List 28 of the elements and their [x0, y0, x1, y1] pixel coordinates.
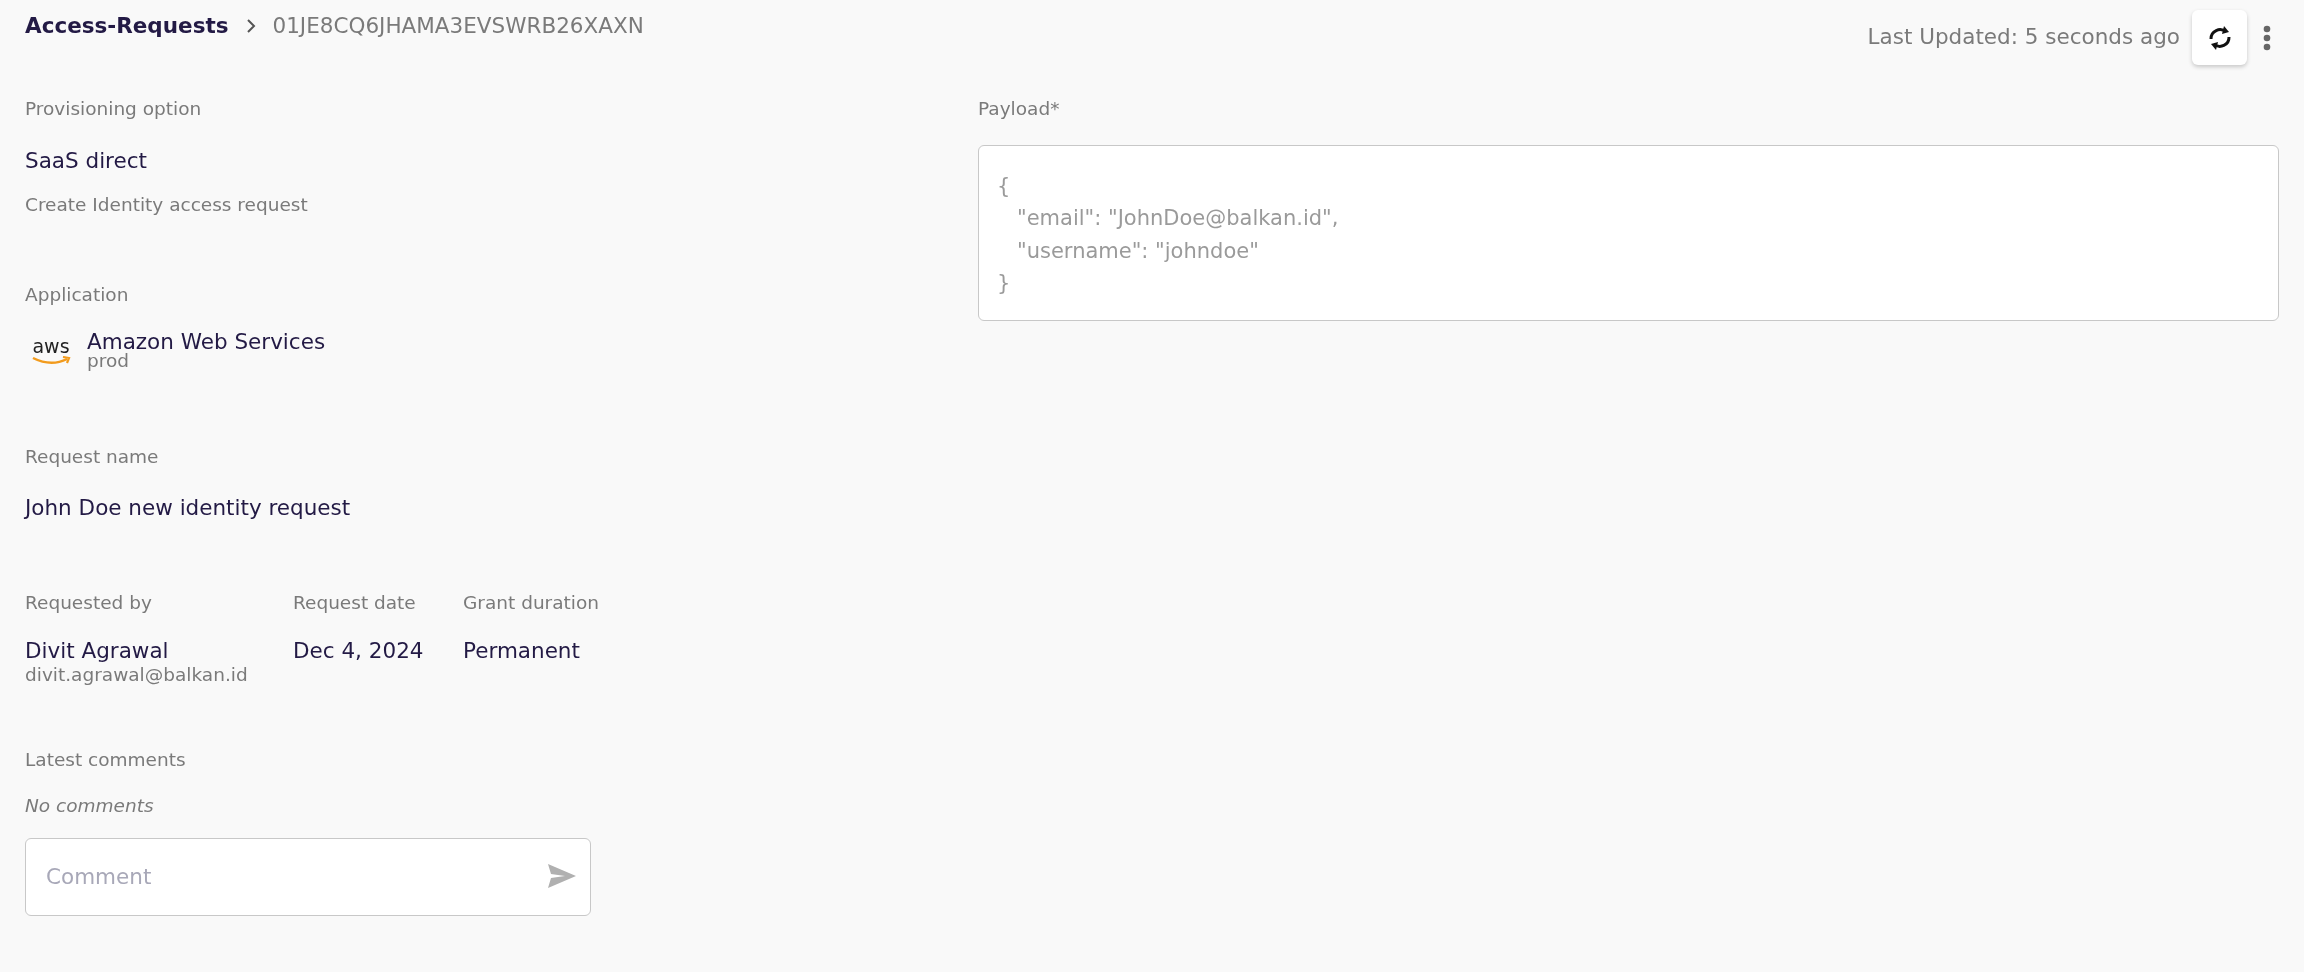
application-logo: aws: [31, 336, 71, 365]
send-icon: [547, 862, 577, 889]
field-value: Dec 4, 2024: [293, 640, 425, 662]
field-subtext: divit.agrawal@balkan.id: [25, 665, 249, 685]
field-label: Request name: [25, 444, 160, 469]
empty-comments-text: No comments: [25, 794, 155, 818]
field-value: Permanent: [463, 640, 581, 662]
payload-field[interactable]: { "email": "JohnDoe@balkan.id", "username": "johndoe" }: [978, 144, 2279, 321]
field-label: Application: [25, 282, 130, 307]
kebab-menu-icon: [2263, 24, 2271, 51]
breadcrumb-link[interactable]: Access-Requests: [25, 10, 229, 43]
field-label: Grant duration: [463, 590, 600, 615]
field-value: Divit Agrawal: [25, 640, 170, 662]
field-value: John Doe new identity request: [25, 494, 352, 523]
field-label: Requested by: [25, 590, 153, 615]
comment-field[interactable]: Comment: [25, 837, 591, 916]
field-label: Latest comments: [25, 748, 187, 773]
field-description: Create Identity access request: [25, 193, 309, 217]
field-label: Request date: [293, 590, 417, 615]
field-label: Provisioning option: [25, 97, 203, 121]
field-value: SaaS direct: [25, 146, 148, 175]
breadcrumb-current: 01JE8CQ6JHAMA3EVSWRB26XAXN: [272, 12, 644, 40]
field-label: Payload*: [978, 97, 1061, 121]
refresh-button[interactable]: [2192, 10, 2247, 65]
chevron-right-icon: [244, 19, 257, 34]
application-name: Amazon Web Services: [87, 330, 326, 352]
last-updated-text: Last Updated: 5 seconds ago: [1867, 23, 2180, 52]
application-environment: prod: [87, 352, 130, 371]
